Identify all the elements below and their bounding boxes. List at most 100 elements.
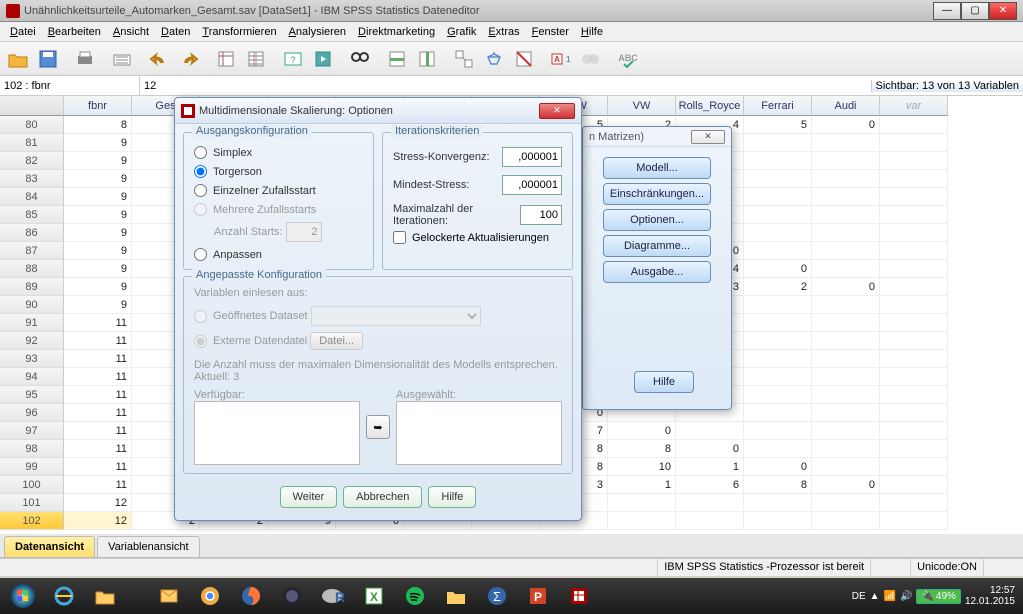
cell[interactable] — [812, 224, 880, 242]
cell[interactable] — [812, 170, 880, 188]
firefox-icon[interactable] — [232, 581, 270, 611]
cell[interactable] — [744, 332, 812, 350]
menu-grafik[interactable]: Grafik — [441, 24, 482, 40]
menu-ansicht[interactable]: Ansicht — [107, 24, 155, 40]
cell[interactable] — [812, 494, 880, 512]
radio-anpassen[interactable]: Anpassen — [194, 245, 363, 264]
cell[interactable]: 12 — [64, 494, 132, 512]
cell[interactable] — [880, 224, 948, 242]
goto-case-icon[interactable] — [212, 45, 240, 73]
cell[interactable] — [812, 134, 880, 152]
cell[interactable] — [880, 368, 948, 386]
menu-daten[interactable]: Daten — [155, 24, 196, 40]
cell[interactable]: 1 — [608, 476, 676, 494]
outlook-icon[interactable] — [150, 581, 188, 611]
cell[interactable] — [812, 368, 880, 386]
radio-torgerson[interactable]: Torgerson — [194, 162, 363, 181]
row-header[interactable]: 92 — [0, 332, 64, 350]
column-header[interactable]: Audi — [812, 96, 880, 116]
spotify-icon[interactable] — [396, 581, 434, 611]
chrome-icon[interactable] — [191, 581, 229, 611]
row-header[interactable]: 93 — [0, 350, 64, 368]
row-header[interactable]: 86 — [0, 224, 64, 242]
cell[interactable] — [744, 350, 812, 368]
cell[interactable] — [744, 152, 812, 170]
close-button[interactable]: ✕ — [989, 2, 1017, 20]
radio-einzel[interactable]: Einzelner Zufallsstart — [194, 181, 363, 200]
cell[interactable] — [880, 332, 948, 350]
cell[interactable] — [880, 350, 948, 368]
row-header[interactable]: 95 — [0, 386, 64, 404]
redo-icon[interactable] — [175, 45, 203, 73]
cell[interactable]: 10 — [608, 458, 676, 476]
cell[interactable]: 11 — [64, 332, 132, 350]
cell[interactable]: 8 — [608, 440, 676, 458]
cell[interactable]: 6 — [676, 476, 744, 494]
row-header[interactable]: 82 — [0, 152, 64, 170]
cell[interactable] — [676, 422, 744, 440]
cell[interactable] — [812, 152, 880, 170]
cell[interactable]: 0 — [812, 476, 880, 494]
cell[interactable]: 11 — [64, 368, 132, 386]
cell-value[interactable]: 12 — [140, 80, 871, 92]
cell[interactable]: 9 — [64, 152, 132, 170]
row-header[interactable]: 84 — [0, 188, 64, 206]
spellcheck-icon[interactable]: ABC — [614, 45, 642, 73]
explorer-task-icon[interactable] — [437, 581, 475, 611]
cell[interactable]: 11 — [64, 314, 132, 332]
ausgabe-button[interactable]: Ausgabe... — [603, 261, 711, 283]
menu-fenster[interactable]: Fenster — [526, 24, 575, 40]
cell[interactable]: 0 — [608, 422, 676, 440]
open-icon[interactable] — [4, 45, 32, 73]
cell[interactable]: 9 — [64, 134, 132, 152]
cell[interactable]: 9 — [64, 170, 132, 188]
row-header[interactable]: 83 — [0, 170, 64, 188]
variables-icon[interactable]: ? — [279, 45, 307, 73]
use-sets-icon[interactable] — [577, 45, 605, 73]
row-header[interactable]: 80 — [0, 116, 64, 134]
eclipse-icon[interactable] — [273, 581, 311, 611]
cell[interactable] — [608, 494, 676, 512]
cell[interactable] — [880, 386, 948, 404]
row-header[interactable]: 87 — [0, 242, 64, 260]
powerpoint-icon[interactable]: P — [519, 581, 557, 611]
radio-simplex[interactable]: Simplex — [194, 143, 363, 162]
column-header[interactable]: VW — [608, 96, 676, 116]
dlg2-hilfe-button[interactable]: Hilfe — [634, 371, 694, 393]
weight-icon[interactable] — [480, 45, 508, 73]
cell[interactable]: 9 — [64, 206, 132, 224]
minimize-button[interactable]: — — [933, 2, 961, 20]
cell[interactable] — [812, 512, 880, 530]
cell[interactable] — [812, 332, 880, 350]
dlg2-close-button[interactable]: ✕ — [691, 130, 725, 144]
row-header[interactable]: 102 — [0, 512, 64, 530]
cell[interactable] — [812, 242, 880, 260]
cell[interactable] — [744, 404, 812, 422]
value-labels-icon[interactable]: A1↓ — [547, 45, 575, 73]
recall-icon[interactable] — [108, 45, 136, 73]
print-icon[interactable] — [71, 45, 99, 73]
cell[interactable] — [744, 170, 812, 188]
cell[interactable] — [880, 476, 948, 494]
sigma-icon[interactable]: Σ — [478, 581, 516, 611]
cell[interactable]: 11 — [64, 458, 132, 476]
tray-vol-icon[interactable]: 🔊 — [900, 591, 912, 602]
cell[interactable] — [744, 314, 812, 332]
cell[interactable] — [744, 422, 812, 440]
cell[interactable]: 0 — [812, 278, 880, 296]
tray-clock[interactable]: 12:57 12.01.2015 — [965, 585, 1019, 607]
cell[interactable] — [744, 224, 812, 242]
cell[interactable] — [812, 404, 880, 422]
row-header[interactable]: 85 — [0, 206, 64, 224]
cell[interactable] — [880, 134, 948, 152]
cell[interactable] — [744, 386, 812, 404]
cell[interactable] — [812, 314, 880, 332]
cell[interactable] — [880, 494, 948, 512]
cell[interactable] — [812, 440, 880, 458]
insert-case-icon[interactable] — [383, 45, 411, 73]
input-mindest-stress[interactable] — [502, 175, 562, 195]
cell[interactable] — [812, 458, 880, 476]
insert-var-icon[interactable] — [413, 45, 441, 73]
cell[interactable]: 5 — [744, 116, 812, 134]
cell[interactable] — [880, 296, 948, 314]
